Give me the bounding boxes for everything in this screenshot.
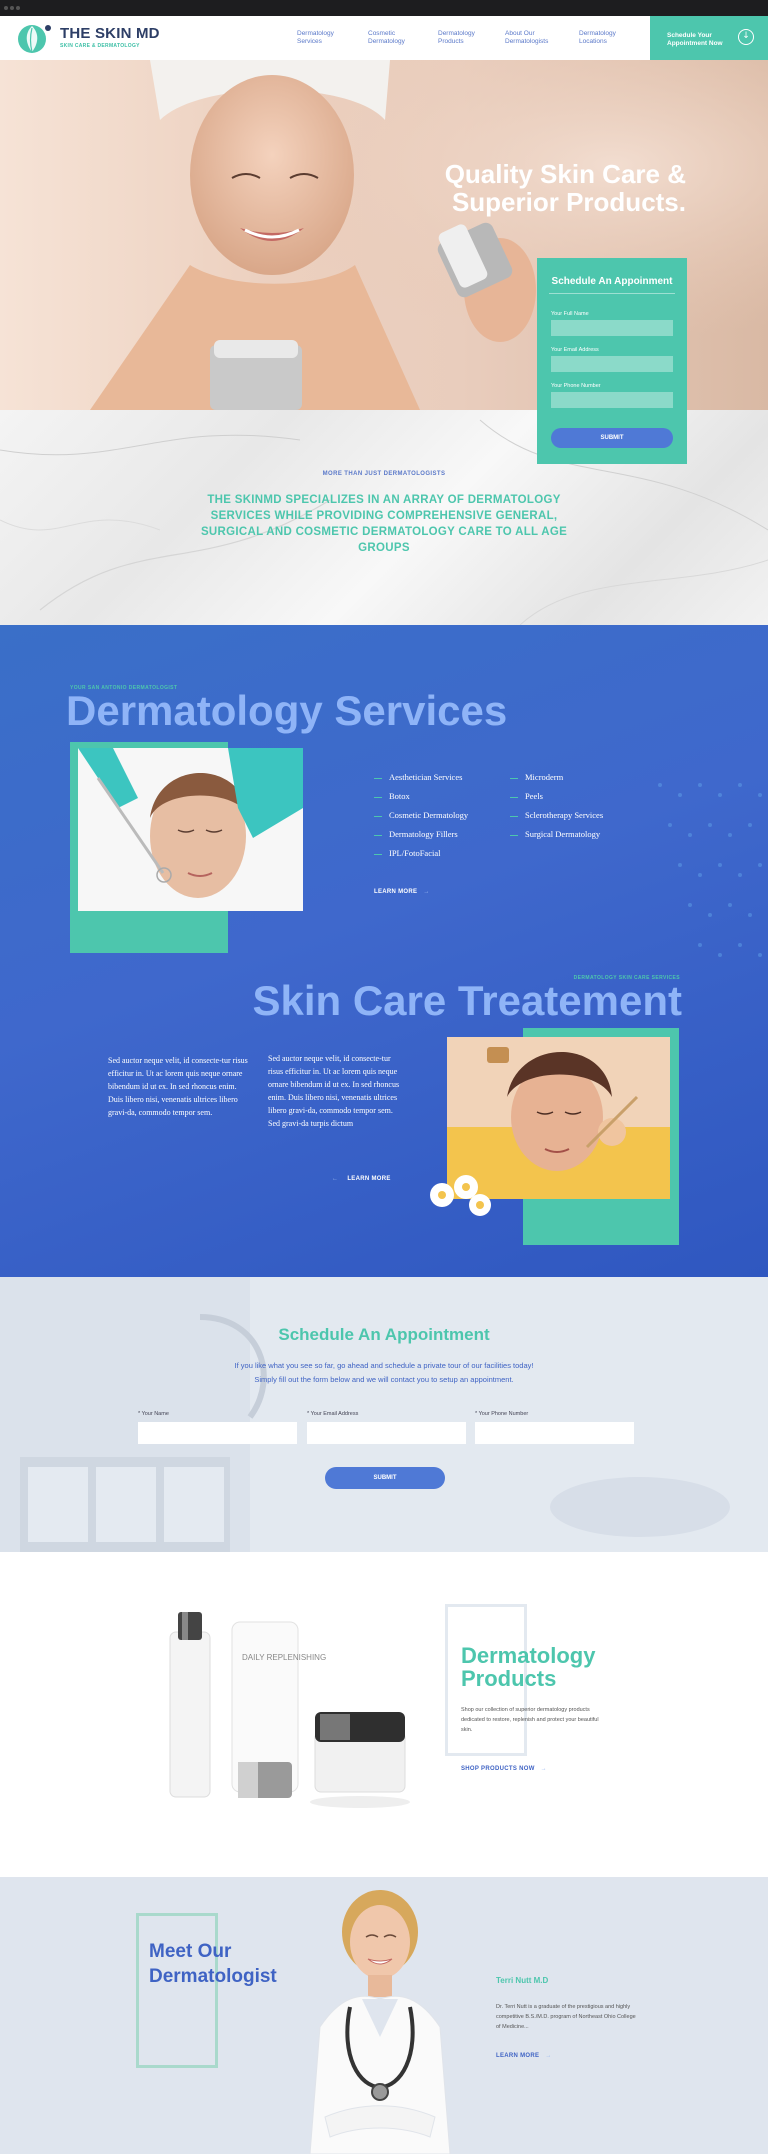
logo-subtitle: SKIN CARE & DERMATOLOGY xyxy=(60,43,140,49)
shop-products-link[interactable]: SHOP PRODUCTS NOW → xyxy=(461,1766,547,1772)
product-jar-label: DAILY REPLENISHING xyxy=(242,1653,326,1662)
services-photo xyxy=(78,748,303,911)
skin-care-learn-more-link[interactable]: ← LEARN MORE xyxy=(332,1176,391,1182)
arrow-right-icon: → xyxy=(545,2053,552,2059)
nav-about-dermatologists[interactable]: About Our Dermatologists xyxy=(505,30,565,45)
hero-form-title: Schedule An Appoinment xyxy=(551,276,673,287)
services-section: YOUR SAN ANTONIO DERMATOLOGIST Dermatolo… xyxy=(0,625,768,1277)
arrow-right-icon: → xyxy=(540,1766,547,1772)
appointment-submit-button[interactable]: SUBMIT xyxy=(325,1467,445,1489)
hero-title: Quality Skin Care & Superior Products. xyxy=(444,159,686,217)
email-input[interactable] xyxy=(307,1422,466,1444)
clinic-background-image xyxy=(0,1277,730,1552)
service-item[interactable]: Dermatology Fillers xyxy=(374,829,458,839)
service-item[interactable]: Sclerotherapy Services xyxy=(510,810,603,820)
leaf-logo-icon[interactable] xyxy=(16,22,56,54)
nav-cosmetic-dermatology[interactable]: Cosmetic Dermatology xyxy=(368,30,428,45)
service-item[interactable]: IPL/FotoFacial xyxy=(374,848,440,858)
service-item[interactable]: Aesthetician Services xyxy=(374,772,462,782)
hero-submit-button[interactable]: SUBMIT xyxy=(551,428,673,448)
hero-name-label: Your Full Name xyxy=(551,311,589,317)
nav-dermatology-products[interactable]: Dermatology Products xyxy=(438,30,498,45)
intro-kicker: MORE THAN JUST DERMATOLOGISTS xyxy=(322,471,446,477)
cta-label: Schedule Your Appointment Now xyxy=(667,32,723,47)
dermatologist-name: Terri Nutt M.D xyxy=(496,1976,549,1985)
appointment-section: Schedule An Appointment If you like what… xyxy=(0,1277,768,1552)
dermatologist-section: Meet Our Dermatologist Terri Nutt M.D Dr… xyxy=(0,1877,768,2154)
hero-phone-label: Your Phone Number xyxy=(551,383,601,389)
hero-phone-input[interactable] xyxy=(551,392,673,408)
service-item[interactable]: Microderm xyxy=(510,772,563,782)
logo-title[interactable]: THE SKIN MD xyxy=(60,25,160,42)
hero-email-label: Your Email Address xyxy=(551,347,599,353)
nav-dermatology-services[interactable]: Dermatology Services xyxy=(297,30,357,45)
name-input[interactable] xyxy=(138,1422,297,1444)
products-description: Shop our collection of superior dermatol… xyxy=(461,1707,599,1733)
phone-input[interactable] xyxy=(475,1422,634,1444)
skin-care-paragraph-1: Sed auctor neque velit, id consecte-tur … xyxy=(108,1056,248,1117)
hero-appointment-form: Schedule An Appoinment Your Full Name Yo… xyxy=(537,258,687,464)
appointment-subtitle: If you like what you see so far, go ahea… xyxy=(234,1361,534,1384)
hero-form-divider xyxy=(549,293,675,294)
skin-care-paragraph-2: Sed auctor neque velit, id consecte-tur … xyxy=(268,1054,400,1128)
product-bottles-image: DAILY REPLENISHING xyxy=(169,1612,410,1808)
hero-email-input[interactable] xyxy=(551,356,673,372)
browser-chrome xyxy=(0,0,768,16)
facial-treatment-image xyxy=(78,748,303,911)
services-learn-more-link[interactable]: LEARN MORE → xyxy=(374,889,430,895)
nav-dermatology-locations[interactable]: Dermatology Locations xyxy=(579,30,639,45)
dot-pattern xyxy=(658,783,762,957)
dermatologist-learn-more-link[interactable]: LEARN MORE → xyxy=(496,2053,552,2059)
services-title: Dermatology Services xyxy=(66,687,508,734)
arrow-down-circle-icon: ↓ xyxy=(738,29,754,45)
hero-name-input[interactable] xyxy=(551,320,673,336)
service-item[interactable]: Peels xyxy=(510,791,543,801)
products-section: DAILY REPLENISHING Dermatology Products … xyxy=(0,1552,768,1877)
service-item[interactable]: Botox xyxy=(374,791,410,801)
schedule-appointment-button[interactable]: Schedule Your Appointment Now ↓ xyxy=(650,16,768,60)
intro-text: THE SKINMD SPECIALIZES IN AN ARRAY OF DE… xyxy=(200,494,568,554)
email-label: * Your Email Address xyxy=(307,1411,359,1417)
doctor-portrait-image xyxy=(309,1890,451,2154)
service-item[interactable]: Surgical Dermatology xyxy=(510,829,600,839)
skin-care-title: Skin Care Treatement xyxy=(252,977,682,1024)
page: THE SKIN MD SKIN CARE & DERMATOLOGY Derm… xyxy=(0,0,768,2154)
arrow-right-icon: → xyxy=(423,889,430,895)
appointment-title: Schedule An Appointment xyxy=(278,1325,490,1344)
dermatologist-bio: Dr. Terri Nutt is a graduate of the pres… xyxy=(496,2004,636,2030)
service-item[interactable]: Cosmetic Dermatology xyxy=(374,810,468,820)
plumeria-flowers-image xyxy=(430,1175,491,1216)
dermatologist-accent-frame xyxy=(136,1913,218,2068)
products-title: Dermatology Products xyxy=(461,1643,596,1691)
phone-label: * Your Phone Number xyxy=(475,1411,529,1417)
name-label: * Your Name xyxy=(138,1411,169,1417)
arrow-left-icon: ← xyxy=(332,1176,339,1182)
